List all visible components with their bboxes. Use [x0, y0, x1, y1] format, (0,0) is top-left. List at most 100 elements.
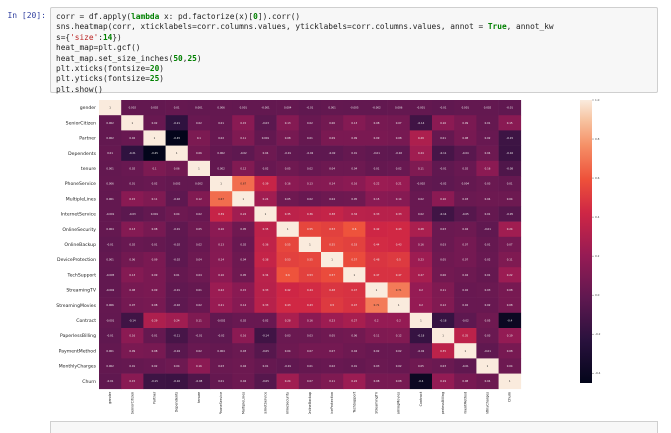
heatmap-annotation: -0.4 [507, 318, 512, 322]
heatmap-annotation: 0.06 [351, 334, 357, 338]
heatmap-annotation: 0.02 [396, 166, 402, 170]
heatmap-annotation: 0.01 [218, 121, 224, 125]
heatmap-annotation: 0.07 [129, 303, 135, 307]
heatmap-annotation: -0.04 [173, 349, 180, 353]
row-tick-label: Churn [82, 379, 96, 385]
colorbar-tick-label: -0.4 [595, 371, 601, 375]
heatmap-annotation: 0.08 [129, 288, 135, 292]
heatmap-annotation: 0.36 [307, 212, 313, 216]
heatmap-annotation: 0.09 [351, 136, 357, 140]
heatmap-annotation: -0.02 [173, 258, 180, 262]
col-tick-label: TechSupport [352, 391, 356, 414]
heatmap-annotation: 0.01 [507, 182, 513, 186]
code-editor[interactable]: corr = df.apply(lambda x: pd.factorize(x… [56, 12, 657, 95]
heatmap-annotation: 0.01 [485, 121, 491, 125]
col-tick-label: PaymentMethod [463, 392, 467, 414]
heatmap-annotation: 0.07 [307, 379, 313, 383]
row-tick-label: TechSupport [67, 272, 97, 278]
col-tick-label: StreamingTV [375, 391, 379, 414]
heatmap-annotation: 0.38 [329, 212, 335, 216]
heatmap-annotation: 0.19 [507, 334, 513, 338]
heatmap-annotation: 0.08 [396, 379, 402, 383]
heatmap-annotation: 0.01 [351, 364, 357, 368]
col-tick-label: tenure [197, 392, 201, 403]
heatmap-annotation: -0.01 [506, 106, 513, 110]
colorbar-tick-label: 0.8 [595, 137, 600, 141]
heatmap-annotation: 0.34 [351, 212, 357, 216]
heatmap-annotation: 0.01 [129, 182, 135, 186]
row-tick-label: InternetService [61, 212, 96, 218]
heatmap-annotation: -0.15 [151, 379, 158, 383]
heatmap-annotation: 0.002 [106, 121, 114, 125]
heatmap-annotation: 0.11 [196, 318, 202, 322]
heatmap-annotation: 0.12 [440, 303, 446, 307]
heatmap-annotation: 0.004 [462, 182, 470, 186]
heatmap-annotation: -0.001 [417, 106, 426, 110]
heatmap-annotation: 0.03 [218, 364, 224, 368]
heatmap-annotation: 0.33 [263, 303, 269, 307]
heatmap-annotation: 0.002 [129, 106, 137, 110]
heatmap-annotation: 0.08 [396, 136, 402, 140]
heatmap-annotation: 0.42 [285, 288, 291, 292]
heatmap-annotation: -0.05 [262, 349, 269, 353]
heatmap-annotation: 0.39 [218, 212, 224, 216]
code-line: plt.yticks(fontsize=25) [56, 74, 657, 84]
heatmap-annotation: 0.04 [196, 258, 202, 262]
heatmap-annotation: 0.02 [152, 182, 158, 186]
heatmap-annotation: 0.03 [374, 364, 380, 368]
heatmap-annotation: 0.22 [351, 379, 357, 383]
heatmap-annotation: 0.48 [374, 258, 380, 262]
heatmap-annotation: 0.002 [195, 182, 203, 186]
next-code-cell[interactable] [50, 421, 658, 433]
heatmap-annotation: 0.01 [307, 136, 313, 140]
code-line: plt.show() [56, 85, 657, 95]
heatmap-annotation: 0.01 [374, 166, 380, 170]
heatmap-annotation: 0.02 [240, 242, 246, 246]
heatmap-annotation: 0.5 [397, 258, 401, 262]
heatmap-annotation: 0.53 [351, 242, 357, 246]
heatmap-annotation: 0.03 [307, 334, 313, 338]
heatmap-annotation: -0.01 [196, 334, 203, 338]
heatmap-annotation: 0.14 [240, 303, 246, 307]
heatmap-annotation: 0.08 [374, 379, 380, 383]
heatmap-annotation: 0.55 [329, 242, 335, 246]
code-token: x: pd.factorize(x)[ [159, 12, 254, 21]
heatmap-annotation: 0.19 [440, 379, 446, 383]
heatmap-annotation: 0.27 [351, 318, 357, 322]
row-tick-label: MonthlyCharges [59, 364, 97, 370]
heatmap-annotation: -0.01 [307, 106, 314, 110]
heatmap-annotation: -0.4 [418, 379, 423, 383]
heatmap-annotation: 0.02 [129, 166, 135, 170]
heatmap-annotation: 0.35 [263, 227, 269, 231]
heatmap-annotation: -0.04 [462, 151, 469, 155]
row-tick-label: SeniorCitizen [66, 120, 96, 126]
heatmap-annotation: 0.002 [484, 106, 492, 110]
heatmap-annotation: 0.03 [485, 182, 491, 186]
heatmap-annotation: 0.001 [262, 136, 270, 140]
heatmap-annotation: 0.44 [307, 288, 313, 292]
heatmap-annotation: 0.001 [151, 212, 159, 216]
heatmap-annotation: 0.22 [218, 288, 224, 292]
heatmap-annotation: 0.53 [285, 258, 291, 262]
code-cell-input[interactable]: corr = df.apply(lambda x: pd.factorize(x… [50, 7, 658, 95]
heatmap-annotation: -0.02 [173, 242, 180, 246]
heatmap-annotation: 0.15 [240, 288, 246, 292]
heatmap-annotation: 0.02 [196, 212, 202, 216]
heatmap-annotation: 0.004 [284, 106, 292, 110]
heatmap-annotation: 0.006 [106, 182, 114, 186]
row-tick-label: PaymentMethod [59, 348, 96, 354]
row-tick-label: Partner [79, 136, 96, 142]
heatmap-annotation: 0.02 [418, 197, 424, 201]
heatmap-annotation: 0.42 [374, 227, 380, 231]
heatmap-annotation: 0.16 [485, 166, 491, 170]
heatmap-annotation: 0.53 [329, 227, 335, 231]
col-tick-label: OnlineBackup [308, 392, 312, 414]
code-token: plt.yticks(fontsize= [56, 74, 150, 84]
heatmap-annotation: 0.12 [396, 334, 402, 338]
colorbar-tick-label: 0.2 [595, 254, 600, 258]
heatmap-annotation: 0.08 [374, 121, 380, 125]
heatmap-annotation: 0.03 [462, 197, 468, 201]
heatmap-annotation: 0.15 [374, 197, 380, 201]
col-tick-label: OnlineSecurity [286, 392, 290, 414]
heatmap-annotation: 0.14 [218, 258, 224, 262]
